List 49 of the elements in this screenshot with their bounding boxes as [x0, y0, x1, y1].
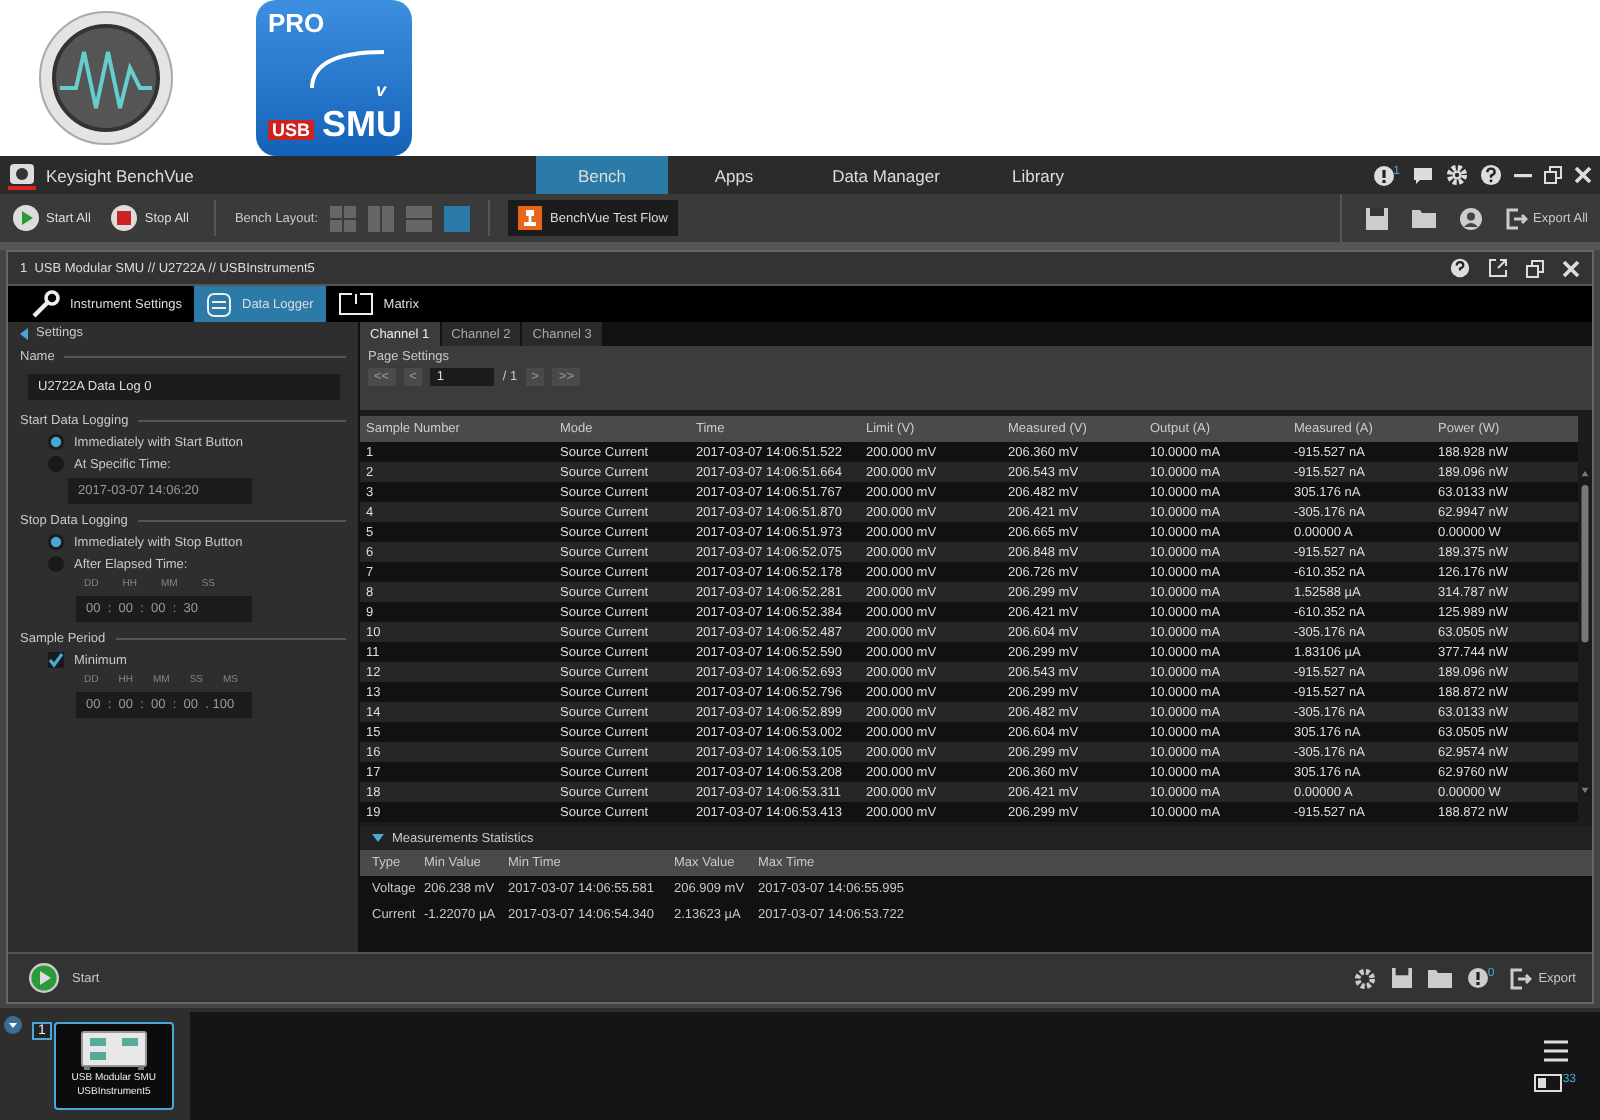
- app-logo-icon: [8, 161, 36, 189]
- chat-icon[interactable]: [1412, 165, 1434, 185]
- settings-icon[interactable]: [1446, 164, 1468, 186]
- caret-icon: [20, 327, 28, 339]
- main-tab[interactable]: Apps: [668, 156, 800, 194]
- caret-icon[interactable]: [4, 1016, 22, 1034]
- radio-button[interactable]: [48, 434, 64, 450]
- minimum-checkbox[interactable]: [48, 652, 64, 668]
- usb-label: USB: [268, 120, 315, 140]
- export-icon: [1510, 967, 1533, 989]
- popout-icon[interactable]: [1488, 258, 1508, 278]
- oscilloscope-app-icon[interactable]: [36, 8, 176, 148]
- menu-icon[interactable]: [1543, 1040, 1568, 1062]
- curve-icon: [308, 44, 388, 92]
- restore-icon[interactable]: [1526, 259, 1544, 277]
- help-icon[interactable]: [1450, 258, 1470, 278]
- main-tab[interactable]: Data Manager: [800, 156, 972, 194]
- save-icon[interactable]: [1391, 968, 1412, 988]
- stop-icon: [110, 204, 139, 232]
- save-icon[interactable]: [1365, 207, 1388, 229]
- radio-button[interactable]: [48, 534, 64, 550]
- help-icon[interactable]: [1480, 164, 1502, 186]
- person-icon[interactable]: [1459, 207, 1482, 229]
- export-icon: [1505, 207, 1528, 229]
- axis-label: v: [376, 80, 387, 100]
- flow-icon: [518, 206, 543, 230]
- layout-grid-icon[interactable]: [444, 205, 471, 231]
- wrench-icon: [32, 290, 60, 318]
- device-count: 33: [1562, 1074, 1576, 1086]
- pro-label: PRO: [268, 8, 325, 38]
- play-icon: [28, 962, 60, 994]
- folder-icon[interactable]: [1427, 968, 1452, 988]
- smu-label: SMU: [322, 104, 403, 146]
- caret-icon: [372, 834, 384, 842]
- folder-icon[interactable]: [1411, 208, 1436, 228]
- matrix-icon: [337, 292, 374, 316]
- close-icon[interactable]: [1562, 259, 1580, 277]
- instrument-device-icon: [79, 1030, 148, 1070]
- play-icon: [12, 204, 40, 232]
- alert-count: 0: [1487, 968, 1495, 980]
- database-icon: [206, 291, 232, 317]
- main-tab[interactable]: Library: [972, 156, 1104, 194]
- settings-icon[interactable]: [1353, 967, 1376, 989]
- notification-icon[interactable]: 1: [1373, 165, 1400, 185]
- smu-app-icon[interactable]: PRO v USB SMU: [256, 0, 412, 156]
- close-icon[interactable]: [1574, 166, 1592, 184]
- restore-icon[interactable]: [1544, 166, 1562, 184]
- notification-count: 1: [1393, 165, 1400, 177]
- window-title: Keysight BenchVue: [46, 165, 194, 185]
